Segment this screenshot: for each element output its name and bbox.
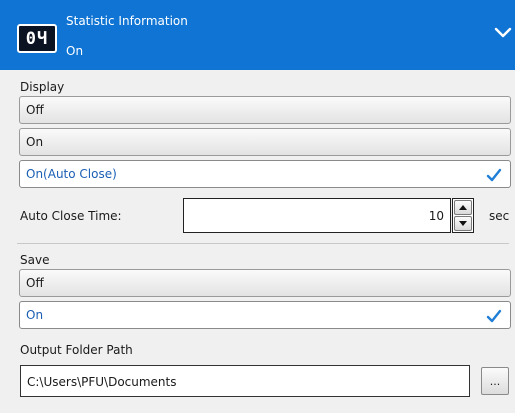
stepper-up-button[interactable] (454, 200, 472, 215)
auto-close-unit: sec (489, 209, 510, 223)
auto-close-stepper[interactable] (452, 198, 474, 233)
checkmark-icon (486, 309, 502, 323)
chevron-down-icon[interactable] (494, 25, 512, 41)
arrow-down-icon (459, 221, 467, 226)
option-label: On (26, 135, 44, 149)
save-option-on[interactable]: On (19, 301, 511, 329)
save-label: Save (20, 253, 50, 267)
counter-display-icon: 0Ч (17, 24, 57, 53)
auto-close-value: 10 (428, 209, 444, 223)
header-value: On (66, 44, 84, 58)
option-label: On (26, 308, 44, 322)
header-bar[interactable]: 0Ч Statistic Information On (0, 0, 515, 70)
option-label: Off (26, 103, 44, 117)
save-option-off[interactable]: Off (19, 269, 511, 297)
stepper-down-button[interactable] (454, 216, 472, 231)
output-folder-label: Output Folder Path (20, 343, 133, 357)
option-label: Off (26, 276, 44, 290)
arrow-up-icon (459, 205, 467, 210)
output-folder-path-value: C:\Users\PFU\Documents (27, 375, 177, 389)
option-label: On(Auto Close) (26, 167, 117, 181)
display-option-on[interactable]: On (19, 128, 511, 156)
auto-close-label: Auto Close Time: (20, 209, 122, 223)
header-title: Statistic Information (66, 14, 188, 28)
output-folder-path-input[interactable]: C:\Users\PFU\Documents (20, 365, 470, 397)
section-divider (17, 243, 509, 244)
browse-button[interactable]: ... (481, 367, 509, 395)
display-option-on-auto-close[interactable]: On(Auto Close) (19, 160, 511, 188)
display-label: Display (20, 80, 65, 94)
display-option-off[interactable]: Off (19, 96, 511, 124)
checkmark-icon (486, 168, 502, 182)
app-icon-text: 0Ч (25, 28, 49, 49)
auto-close-time-input[interactable]: 10 (183, 198, 451, 233)
